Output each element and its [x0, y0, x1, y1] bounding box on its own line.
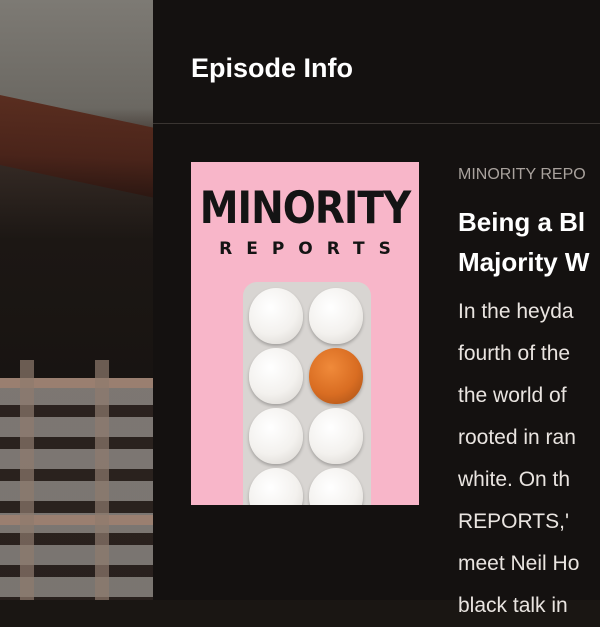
brown-egg	[309, 348, 363, 404]
egg	[249, 348, 303, 404]
episode-title: Being a Bl Majority W	[458, 202, 589, 282]
egg	[309, 288, 363, 344]
description-line: REPORTS,'	[458, 510, 569, 533]
description-line: rooted in ran	[458, 426, 576, 449]
panel-header: Episode Info	[153, 0, 600, 124]
description-line: fourth of the	[458, 342, 571, 365]
cover-subtitle: REPORTS	[219, 239, 405, 259]
episode-info-panel: Episode Info MINORITY REPORTS MINORITY R…	[153, 0, 600, 617]
fence-post	[20, 360, 34, 600]
description-line: white. On th	[458, 468, 571, 491]
episode-title-line: Being a Bl	[458, 207, 586, 237]
show-name: MINORITY REPO	[458, 166, 586, 183]
background-photo	[0, 0, 155, 600]
egg	[249, 408, 303, 464]
episode-title-line: Majority W	[458, 247, 590, 277]
description-line: black talk in	[458, 594, 568, 617]
egg	[249, 468, 303, 505]
egg	[309, 468, 363, 505]
cover-title: MINORITY	[199, 182, 412, 235]
episode-cover-art: MINORITY REPORTS	[191, 162, 419, 505]
egg	[249, 288, 303, 344]
fence-post	[95, 360, 109, 600]
description-line: the world of	[458, 384, 567, 407]
egg-carton	[243, 282, 371, 505]
egg	[309, 408, 363, 464]
description-line: In the heyda	[458, 300, 574, 323]
page-title: Episode Info	[191, 53, 353, 83]
episode-description: In the heyda fourth of the the world of …	[458, 291, 579, 627]
awning	[0, 92, 155, 202]
description-line: meet Neil Ho	[458, 552, 580, 575]
